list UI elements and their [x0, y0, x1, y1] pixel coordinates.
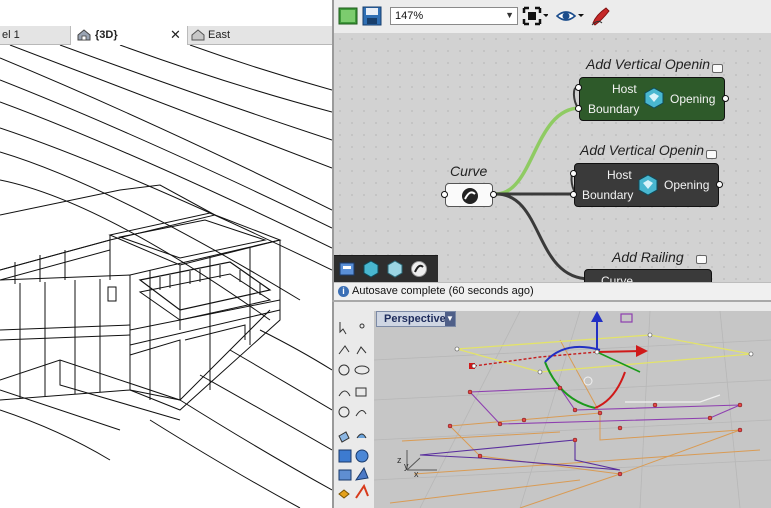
add-railing-title: Add Railing — [612, 249, 684, 265]
ellipse-icon — [354, 365, 370, 375]
close-icon[interactable]: ✕ — [170, 26, 181, 44]
opening-output-port[interactable] — [716, 181, 723, 188]
preview-toggle-icon[interactable] — [696, 255, 707, 264]
rhino-tool-grid — [338, 322, 370, 499]
axis-label-x: x — [414, 469, 419, 479]
chevron-down-icon[interactable]: ▼ — [445, 312, 455, 326]
surface-icon — [338, 431, 350, 443]
open-file-icon[interactable] — [338, 6, 358, 26]
tab-level-1-label: el 1 — [2, 29, 20, 41]
loft-icon — [356, 433, 367, 439]
revit-3d-pane[interactable]: el 1 {3D} ✕ East — [0, 0, 332, 508]
viewport-header — [374, 302, 771, 311]
box-solid-icon — [338, 449, 352, 463]
host-port[interactable] — [570, 170, 577, 177]
curve-param-icon — [462, 188, 478, 204]
bake-icon[interactable] — [338, 260, 356, 278]
revit-view-tabs: el 1 {3D} ✕ East — [0, 26, 332, 45]
axis-label-y: y — [404, 461, 409, 471]
grasshopper-canvas[interactable]: Curve Add Vertical Openin Host Boundary … — [334, 33, 771, 289]
boundary-port[interactable] — [575, 105, 582, 112]
output-opening-label: Opening — [670, 92, 716, 106]
circle-icon — [338, 364, 350, 376]
select-arrow-icon — [339, 322, 347, 335]
curve-output-port[interactable] — [490, 191, 497, 198]
viewport-label: Perspective — [384, 313, 446, 325]
curve-icon — [356, 346, 367, 355]
polyline-icon — [338, 345, 350, 355]
mesh-icon — [354, 466, 369, 481]
gem-blue-icon[interactable] — [362, 260, 380, 278]
axis-label-z: z — [397, 455, 402, 465]
chevron-down-icon: ▼ — [505, 10, 514, 20]
sketch-pen-icon[interactable] — [590, 5, 612, 27]
polygon-icon — [338, 406, 350, 418]
info-icon: i — [338, 286, 349, 297]
tab-level-1[interactable]: el 1 — [0, 26, 72, 44]
tab-3d[interactable]: {3D} ✕ — [70, 26, 188, 45]
input-boundary-label: Boundary — [582, 188, 634, 202]
gem-light-icon[interactable] — [386, 260, 404, 278]
opening-gem-icon — [638, 174, 658, 196]
input-host-label: Host — [612, 82, 637, 96]
tab-east[interactable]: East — [188, 26, 288, 44]
status-bar: i Autosave complete (60 seconds ago) — [334, 282, 771, 301]
opening-output-port[interactable] — [722, 95, 729, 102]
autosave-status: Autosave complete (60 seconds ago) — [352, 285, 534, 297]
curve-param[interactable] — [445, 183, 493, 207]
input-host-label: Host — [607, 168, 632, 182]
house-3d-icon — [77, 29, 91, 41]
add-vertical-opening-component-2[interactable]: Host Boundary Opening — [574, 163, 719, 207]
save-icon[interactable] — [362, 6, 382, 26]
extrude-icon — [338, 469, 352, 481]
rhino-scene — [374, 311, 771, 508]
sphere-icon — [355, 449, 369, 463]
preview-eye-icon[interactable] — [556, 7, 586, 25]
opening-gem-icon — [644, 87, 664, 109]
zoom-value: 147% — [395, 10, 424, 22]
grasshopper-toolbar: 147% ▼ — [334, 0, 771, 34]
grasshopper-window: 147% ▼ Curve Add Vertical Openin Host Bo… — [334, 0, 771, 301]
zoom-select[interactable]: 147% ▼ — [390, 7, 518, 25]
zoom-extents-icon[interactable] — [522, 6, 548, 26]
curve-param-title: Curve — [450, 163, 488, 179]
gumball-icon — [355, 483, 369, 499]
host-port[interactable] — [575, 84, 582, 91]
viewport-tab-perspective[interactable]: Perspective ▼ — [376, 311, 456, 327]
point-icon — [359, 323, 365, 329]
boundary-port[interactable] — [570, 191, 577, 198]
building-3d-model[interactable] — [0, 45, 332, 508]
grasshopper-widget-toolbar — [334, 255, 438, 283]
arc-icon — [338, 390, 351, 397]
output-opening-label: Opening — [664, 178, 710, 192]
add-opening-2-title: Add Vertical Openin — [580, 142, 704, 158]
rhino-perspective-viewport[interactable]: z x y — [374, 311, 771, 508]
curve-input-port[interactable] — [441, 191, 448, 198]
rectangle-icon — [355, 387, 367, 397]
tab-3d-label: {3D} — [95, 29, 118, 41]
elevation-icon — [191, 29, 205, 41]
input-boundary-label: Boundary — [588, 102, 640, 116]
curve-param-icon[interactable] — [410, 260, 428, 278]
transform-icon — [338, 489, 350, 499]
rhino-toolbox — [334, 302, 375, 508]
preview-toggle-icon[interactable] — [712, 64, 723, 73]
add-opening-1-title: Add Vertical Openin — [586, 56, 710, 72]
preview-toggle-icon[interactable] — [706, 150, 717, 159]
freeform-icon — [355, 410, 367, 417]
tab-east-label: East — [208, 29, 231, 41]
add-vertical-opening-component-1[interactable]: Host Boundary Opening — [579, 77, 725, 121]
